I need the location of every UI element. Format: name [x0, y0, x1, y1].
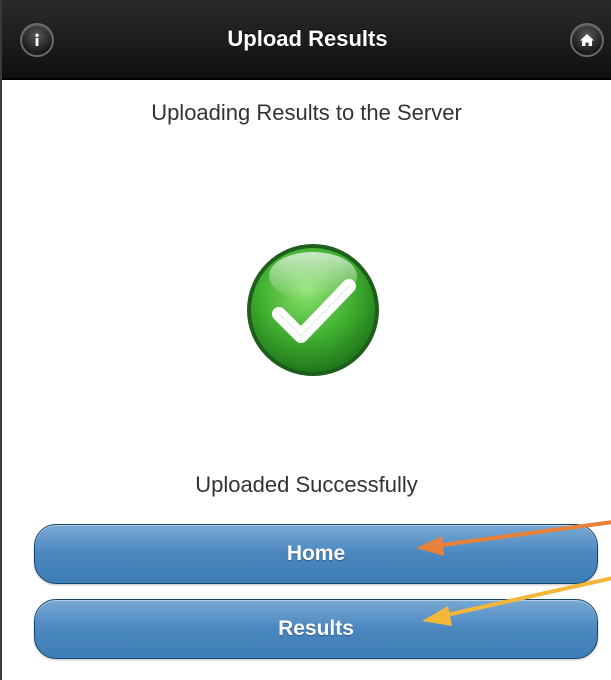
annotation-arrows — [416, 520, 611, 626]
page-frame: Upload Results Uploading Results to the … — [0, 0, 611, 680]
yellow-arrow-icon — [422, 576, 611, 626]
orange-arrow-icon — [416, 520, 611, 556]
